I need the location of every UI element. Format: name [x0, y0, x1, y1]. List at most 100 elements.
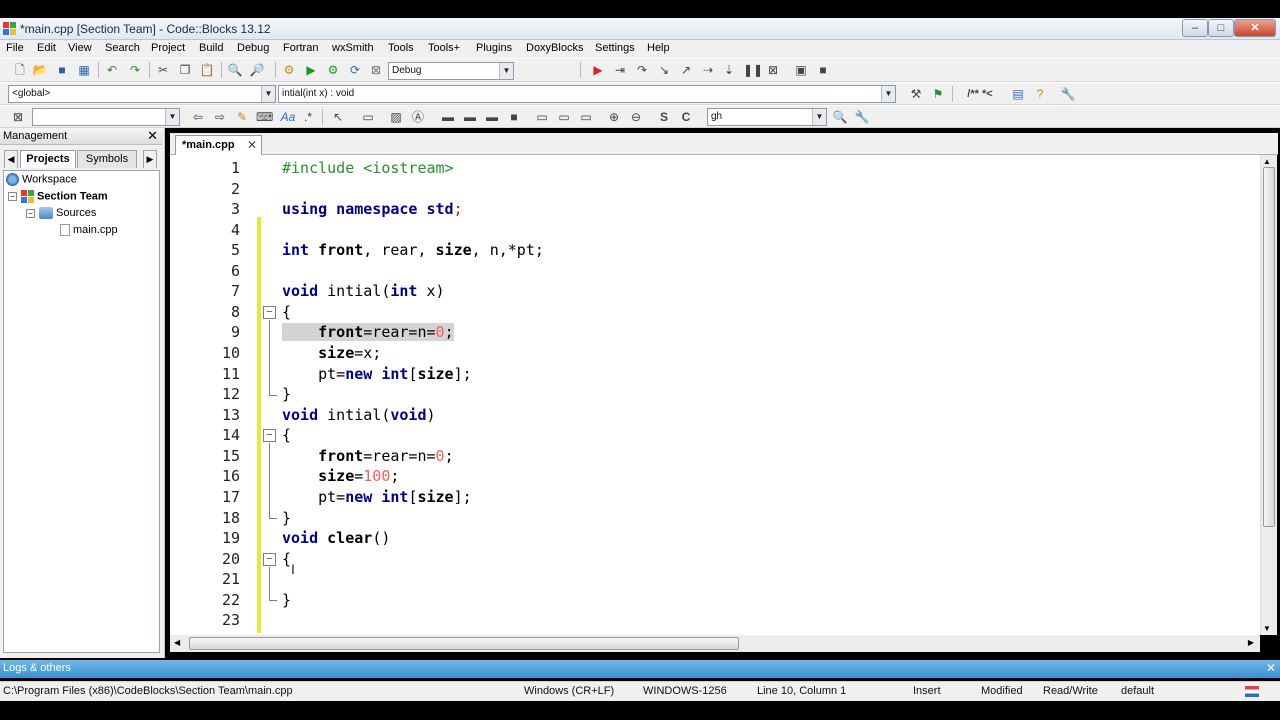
- frame-3-icon[interactable]: ▭: [578, 109, 594, 125]
- c-icon[interactable]: C: [678, 109, 694, 125]
- build-target-select[interactable]: Debug ▼: [388, 62, 514, 80]
- cut-icon[interactable]: ✂: [155, 62, 171, 78]
- align-1-icon[interactable]: ▬: [440, 109, 456, 125]
- symbol-select[interactable]: intial(int x) : void ▼: [278, 85, 896, 103]
- frame-2-icon[interactable]: ▭: [556, 109, 572, 125]
- menu-settings[interactable]: Settings: [595, 42, 635, 54]
- rebuild-icon[interactable]: ⟳: [347, 62, 363, 78]
- fold-toggle-icon[interactable]: −: [263, 306, 276, 319]
- doxy-extract-icon[interactable]: ▤: [1010, 86, 1026, 102]
- horizontal-scrollbar[interactable]: ◀ ▶: [170, 635, 1260, 652]
- menu-project[interactable]: Project: [151, 42, 185, 54]
- zoom-in-icon[interactable]: ⊕: [606, 109, 622, 125]
- scroll-down-icon[interactable]: ▼: [1263, 624, 1271, 633]
- open-icon[interactable]: 📂: [32, 62, 48, 78]
- logs-panel-header[interactable]: Logs & others ✕: [0, 660, 1280, 678]
- tab-projects[interactable]: Projects: [20, 150, 76, 168]
- label-icon[interactable]: Ⓐ: [410, 109, 426, 125]
- find-icon[interactable]: 🔍: [227, 62, 243, 78]
- options-icon[interactable]: 🔧: [854, 109, 870, 125]
- scroll-up-icon[interactable]: ▲: [1263, 157, 1271, 166]
- stop-debug-icon[interactable]: ⊠: [765, 62, 781, 78]
- paste-icon[interactable]: 📋: [199, 62, 215, 78]
- collapse-icon[interactable]: −: [8, 192, 17, 201]
- build-gear-icon[interactable]: ⚙: [281, 62, 297, 78]
- menu-help[interactable]: Help: [647, 42, 670, 54]
- align-3-icon[interactable]: ▬: [484, 109, 500, 125]
- scroll-left-icon[interactable]: ◀: [174, 638, 180, 647]
- menu-build[interactable]: Build: [199, 42, 223, 54]
- close-icon[interactable]: ✕: [1266, 661, 1276, 675]
- tree-item-sources[interactable]: − Sources: [26, 207, 96, 220]
- step-into-instruction-icon[interactable]: ⇣: [721, 62, 737, 78]
- selected-text-icon[interactable]: ⌨: [256, 109, 273, 125]
- doxy-help-icon[interactable]: ?: [1032, 86, 1048, 102]
- debug-windows-icon[interactable]: ▣: [793, 62, 809, 78]
- code-editor[interactable]: 1 2 3 4 5 6 7 8 9 10 11 12 13 14 15 16 1…: [170, 155, 1276, 635]
- regex-icon[interactable]: .*: [300, 109, 316, 125]
- image-icon[interactable]: ▨: [388, 109, 404, 125]
- debug-start-icon[interactable]: ▶: [590, 62, 606, 78]
- menu-file[interactable]: File: [6, 42, 24, 54]
- tree-item-file[interactable]: main.cpp: [60, 224, 118, 237]
- build-and-run-icon[interactable]: ⚙: [325, 62, 341, 78]
- menu-tools-plus[interactable]: Tools+: [428, 42, 460, 54]
- menu-edit[interactable]: Edit: [37, 42, 56, 54]
- close-search-icon[interactable]: ⊠: [10, 109, 26, 125]
- thread-search-icon[interactable]: 🔍: [832, 109, 848, 125]
- jump-implementation-icon[interactable]: ⚑: [930, 86, 946, 102]
- match-case-icon[interactable]: Aa: [278, 109, 298, 125]
- box-icon[interactable]: ▭: [360, 109, 376, 125]
- minimize-button[interactable]: –: [1182, 19, 1208, 37]
- tree-item-project[interactable]: − Section Team: [8, 190, 108, 203]
- next-line-icon[interactable]: ↷: [634, 62, 650, 78]
- pause-icon[interactable]: ❚❚: [743, 62, 763, 78]
- keyboard-layout-icon[interactable]: [1245, 686, 1259, 697]
- menu-tools[interactable]: Tools: [388, 42, 414, 54]
- run-icon[interactable]: ▶: [303, 62, 319, 78]
- frame-1-icon[interactable]: ▭: [534, 109, 550, 125]
- tab-scroll-right[interactable]: ▶: [143, 150, 157, 168]
- horizontal-scroll-thumb[interactable]: [189, 637, 739, 650]
- redo-icon[interactable]: ↷: [127, 62, 143, 78]
- fold-toggle-icon[interactable]: −: [263, 429, 276, 442]
- fold-toggle-icon[interactable]: −: [263, 553, 276, 566]
- close-icon[interactable]: ✕: [247, 136, 257, 154]
- s-icon[interactable]: S: [656, 109, 672, 125]
- save-icon[interactable]: ■: [54, 62, 70, 78]
- jump-declaration-icon[interactable]: ⚒: [908, 86, 924, 102]
- abort-icon[interactable]: ⊠: [368, 62, 384, 78]
- undo-icon[interactable]: ↶: [104, 62, 120, 78]
- arrow-right-icon[interactable]: ⇨: [212, 109, 228, 125]
- save-all-icon[interactable]: ▦: [76, 62, 92, 78]
- pointer-icon[interactable]: ↖: [330, 109, 346, 125]
- menu-plugins[interactable]: Plugins: [476, 42, 512, 54]
- next-instruction-icon[interactable]: ⇢: [700, 62, 716, 78]
- vertical-scroll-thumb[interactable]: [1263, 167, 1275, 527]
- tree-item-workspace[interactable]: Workspace: [6, 173, 77, 186]
- zoom-out-icon[interactable]: ⊖: [628, 109, 644, 125]
- tab-main-cpp[interactable]: *main.cpp ✕: [175, 135, 262, 155]
- new-file-icon[interactable]: 🗋: [12, 62, 28, 78]
- menu-doxyblocks[interactable]: DoxyBlocks: [526, 42, 583, 54]
- tab-symbols[interactable]: Symbols: [77, 150, 137, 168]
- replace-icon[interactable]: 🔎: [249, 62, 265, 78]
- scroll-right-icon[interactable]: ▶: [1248, 638, 1254, 647]
- comment-toggle-icon[interactable]: /** *<: [960, 86, 1000, 102]
- close-button[interactable]: ✕: [1234, 19, 1276, 37]
- step-out-icon[interactable]: ↗: [678, 62, 694, 78]
- tab-scroll-left[interactable]: ◀: [4, 150, 18, 168]
- step-into-icon[interactable]: ↘: [656, 62, 672, 78]
- menu-fortran[interactable]: Fortran: [283, 42, 318, 54]
- align-4-icon[interactable]: ■: [506, 109, 522, 125]
- menu-search[interactable]: Search: [105, 42, 140, 54]
- menu-view[interactable]: View: [68, 42, 92, 54]
- thread-search-input[interactable]: gh ▼: [707, 108, 827, 126]
- vertical-scrollbar[interactable]: ▲ ▼: [1260, 155, 1277, 635]
- scope-select[interactable]: <global> ▼: [8, 85, 276, 103]
- maximize-button[interactable]: □: [1208, 19, 1234, 37]
- close-icon[interactable]: ✕: [147, 128, 158, 144]
- highlight-icon[interactable]: ✎: [234, 109, 250, 125]
- copy-icon[interactable]: ❐: [177, 62, 193, 78]
- run-to-cursor-icon[interactable]: ⇥: [612, 62, 628, 78]
